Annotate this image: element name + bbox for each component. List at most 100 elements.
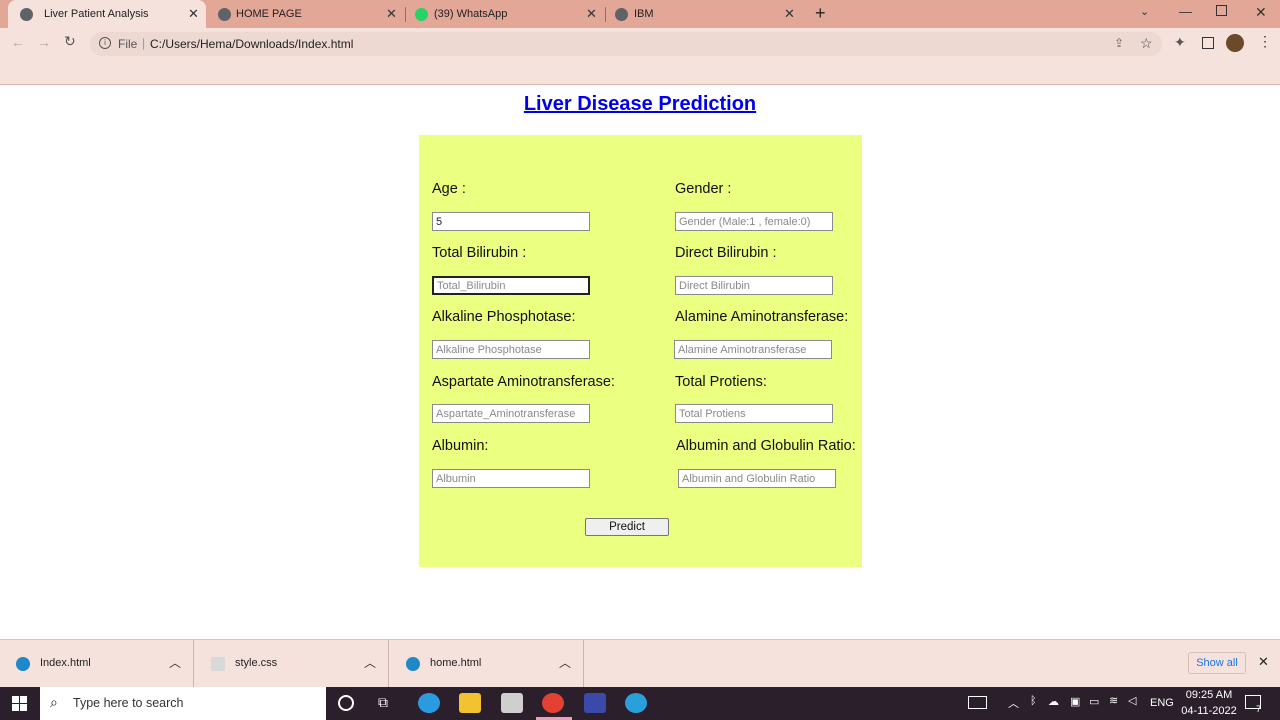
url-text[interactable]: C:/Users/Hema/Downloads/Index.html (150, 37, 353, 51)
chevron-up-icon[interactable]: ︿ (169, 654, 181, 671)
windows-start-icon[interactable] (12, 696, 27, 711)
taskbar: ⌕ Type here to search ⧉ ︿ ᛒ ☁ ▣ ▭ ≋ ◁ EN… (0, 687, 1280, 720)
address-bar[interactable]: i File | C:/Users/Hema/Downloads/Index.h… (90, 32, 1162, 56)
tab-label: Liver Patient Analysis (44, 8, 149, 20)
predict-button[interactable]: Predict (585, 518, 669, 536)
restore-icon[interactable] (1216, 5, 1227, 16)
download-item[interactable]: home.html ︿ (390, 640, 584, 688)
news-icon[interactable] (968, 696, 987, 709)
bookmark-bar (0, 60, 1280, 85)
cortana-icon[interactable] (338, 695, 354, 711)
total-protiens-input[interactable] (675, 404, 833, 423)
download-item[interactable]: Index.html ︿ (0, 640, 194, 688)
tab-whatsapp[interactable]: (39) WhatsApp ✕ (406, 0, 604, 28)
tab-strip: Liver Patient Analysis ✕ HOME PAGE ✕ (39… (0, 0, 1280, 28)
forward-icon[interactable]: → (37, 34, 51, 50)
download-filename: Index.html (40, 657, 91, 669)
edge-taskbar-icon[interactable] (418, 693, 440, 713)
total-bilirubin-label: Total Bilirubin : (432, 245, 527, 261)
task-view-icon[interactable]: ⧉ (378, 694, 388, 711)
gender-input[interactable] (675, 212, 833, 231)
side-panel-icon[interactable] (1202, 37, 1214, 49)
ag-ratio-input[interactable] (678, 469, 836, 488)
info-icon[interactable]: i (99, 37, 111, 49)
direct-bilirubin-input[interactable] (675, 276, 833, 295)
share-icon[interactable]: ⇪ (1114, 36, 1124, 50)
tab-home-page[interactable]: HOME PAGE ✕ (206, 0, 404, 28)
show-hidden-icons[interactable]: ︿ (1008, 695, 1019, 711)
avatar[interactable] (1226, 34, 1244, 52)
download-item[interactable]: style.css ︿ (195, 640, 389, 688)
close-tab-icon[interactable]: ✕ (386, 6, 397, 22)
globe-icon (20, 8, 33, 21)
clock-time[interactable]: 09:25 AM (1184, 689, 1234, 701)
reload-icon[interactable]: ↻ (64, 33, 76, 50)
language-indicator[interactable]: ENG (1150, 697, 1174, 709)
close-tab-icon[interactable]: ✕ (188, 6, 199, 22)
download-filename: home.html (430, 657, 482, 669)
show-all-button[interactable]: Show all (1188, 652, 1246, 674)
close-tab-icon[interactable]: ✕ (784, 6, 795, 22)
age-input[interactable] (432, 212, 590, 231)
new-tab-icon[interactable]: + (815, 3, 826, 24)
alkaline-phosphotase-input[interactable] (432, 340, 590, 359)
mail-icon[interactable] (501, 693, 523, 713)
taskbar-search[interactable]: ⌕ Type here to search (40, 687, 326, 720)
dev-icon[interactable] (584, 693, 606, 713)
extensions-icon[interactable]: ✦ (1174, 34, 1186, 51)
tab-ibm[interactable]: IBM ✕ (606, 0, 804, 28)
back-icon[interactable]: ← (11, 34, 25, 50)
wifi-icon[interactable]: ≋ (1109, 694, 1118, 707)
chevron-up-icon[interactable]: ︿ (559, 654, 571, 671)
minimize-icon[interactable]: — (1179, 4, 1192, 19)
battery-icon[interactable]: ▭ (1089, 695, 1099, 708)
tab-liver-patient-analysis[interactable]: Liver Patient Analysis ✕ (8, 0, 206, 28)
url-scheme: File (118, 37, 138, 51)
chrome-icon[interactable] (542, 693, 564, 713)
bluetooth-icon[interactable]: ᛒ (1030, 695, 1037, 707)
tab-label: HOME PAGE (236, 8, 302, 20)
alkaline-phosphotase-label: Alkaline Phosphotase: (432, 309, 576, 325)
clock-date[interactable]: 04-11-2022 (1178, 705, 1240, 717)
total-bilirubin-input[interactable] (432, 276, 590, 295)
onedrive-icon[interactable]: ☁ (1048, 695, 1059, 708)
direct-bilirubin-label: Direct Bilirubin : (675, 245, 777, 261)
volume-icon[interactable]: ◁ (1128, 694, 1136, 707)
menu-dots-icon[interactable]: ⋮ (1258, 33, 1272, 50)
tab-search-chevron-icon[interactable]: ⌄ (1140, 5, 1149, 18)
bookmark-star-icon[interactable]: ☆ (1140, 35, 1153, 52)
aspartate-aminotransferase-label: Aspartate Aminotransferase: (432, 374, 615, 390)
whatsapp-icon (415, 8, 428, 21)
aspartate-aminotransferase-input[interactable] (432, 404, 590, 423)
alamine-aminotransferase-label: Alamine Aminotransferase: (675, 309, 849, 325)
page-title[interactable]: Liver Disease Prediction (0, 93, 1280, 116)
download-filename: style.css (235, 657, 278, 669)
edge-icon (16, 657, 30, 671)
search-placeholder: Type here to search (73, 696, 184, 710)
tab-label: IBM (634, 8, 654, 20)
chevron-up-icon[interactable]: ︿ (364, 654, 376, 671)
globe-icon (218, 8, 231, 21)
notification-count: 7 (1256, 704, 1262, 714)
file-explorer-icon[interactable] (459, 693, 481, 713)
close-downloads-icon[interactable]: ✕ (1258, 654, 1269, 670)
ag-ratio-label: Albumin and Globulin Ratio: (676, 438, 856, 454)
tab-label: (39) WhatsApp (434, 8, 508, 20)
file-icon (211, 657, 225, 671)
search-icon: ⌕ (50, 694, 58, 710)
albumin-input[interactable] (432, 469, 590, 488)
device-icon[interactable]: ▣ (1070, 695, 1080, 708)
downloads-bar: Index.html ︿ style.css ︿ home.html ︿ Sho… (0, 639, 1280, 688)
url-separator: | (142, 36, 146, 50)
close-window-icon[interactable]: ✕ (1255, 4, 1267, 21)
alamine-aminotransferase-input[interactable] (674, 340, 832, 359)
edge-icon (406, 657, 420, 671)
age-label: Age : (432, 181, 466, 197)
globe-icon (615, 8, 628, 21)
telegram-icon[interactable] (625, 693, 647, 713)
albumin-label: Albumin: (432, 438, 489, 454)
page-content: Liver Disease Prediction Age : Gender : … (0, 86, 1280, 639)
browser-toolbar: ← → ↻ i File | C:/Users/Hema/Downloads/I… (0, 28, 1280, 60)
total-protiens-label: Total Protiens: (675, 374, 767, 390)
close-tab-icon[interactable]: ✕ (586, 6, 597, 22)
